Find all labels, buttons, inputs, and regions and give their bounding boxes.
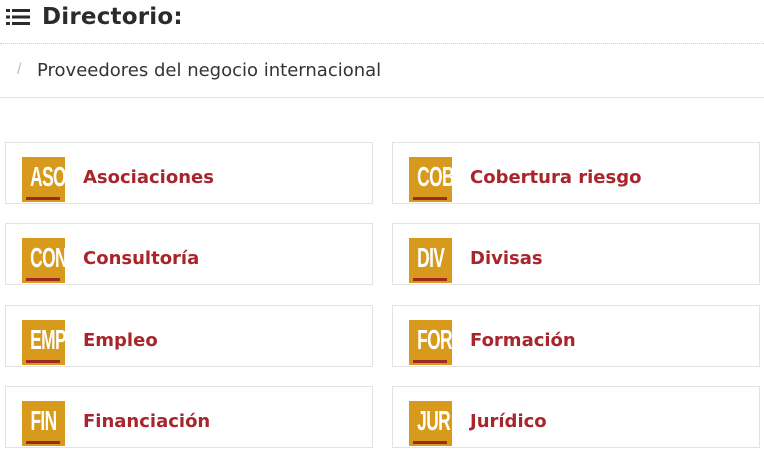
category-card-consultoria[interactable]: CON Consultoría <box>5 223 373 285</box>
aso-badge-icon: ASO <box>22 157 67 202</box>
badge-underline <box>413 360 447 363</box>
badge-underline <box>26 197 60 200</box>
category-label[interactable]: Financiación <box>83 411 210 432</box>
category-card-asociaciones[interactable]: ASO Asociaciones <box>5 142 373 204</box>
badge-underline <box>26 441 60 444</box>
badge-underline <box>413 278 447 281</box>
badge-underline <box>413 441 447 444</box>
badge-code: JUR <box>417 405 451 436</box>
category-card-divisas[interactable]: DIV Divisas <box>392 223 760 285</box>
con-badge-icon: CON <box>22 238 68 283</box>
breadcrumb-separator: / <box>17 61 22 78</box>
page-header: Directorio: <box>0 0 764 44</box>
page-title: Directorio: <box>42 4 183 30</box>
badge-underline <box>26 278 60 281</box>
category-label[interactable]: Consultoría <box>83 248 199 269</box>
category-label[interactable]: Formación <box>470 330 576 351</box>
category-card-cobertura-riesgo[interactable]: COB Cobertura riesgo <box>392 142 760 204</box>
badge-code: DIV <box>417 242 445 273</box>
badge-code: COB <box>417 161 454 192</box>
badge-underline <box>26 360 60 363</box>
breadcrumb: / Proveedores del negocio internacional <box>0 45 764 98</box>
for-badge-icon: FOR <box>409 320 453 365</box>
badge-code: EMP <box>30 324 66 355</box>
breadcrumb-current: Proveedores del negocio internacional <box>37 60 382 81</box>
category-label[interactable]: Divisas <box>470 248 543 269</box>
badge-code: ASO <box>30 161 66 192</box>
category-card-juridico[interactable]: JUR Jurídico <box>392 386 760 448</box>
category-label[interactable]: Cobertura riesgo <box>470 167 641 188</box>
jur-badge-icon: JUR <box>409 401 452 446</box>
badge-underline <box>413 197 447 200</box>
category-label[interactable]: Asociaciones <box>83 167 214 188</box>
badge-code: CON <box>30 242 67 273</box>
fin-badge-icon: FIN <box>22 401 65 446</box>
emp-badge-icon: EMP <box>22 320 67 365</box>
cob-badge-icon: COB <box>409 157 455 202</box>
category-card-financiacion[interactable]: FIN Financiación <box>5 386 373 448</box>
badge-code: FOR <box>417 324 452 355</box>
list-icon <box>6 8 30 26</box>
category-card-empleo[interactable]: EMP Empleo <box>5 305 373 367</box>
category-card-formacion[interactable]: FOR Formación <box>392 305 760 367</box>
badge-code: FIN <box>30 405 57 436</box>
category-label[interactable]: Empleo <box>83 330 158 351</box>
div-badge-icon: DIV <box>409 238 452 283</box>
category-label[interactable]: Jurídico <box>470 411 547 432</box>
